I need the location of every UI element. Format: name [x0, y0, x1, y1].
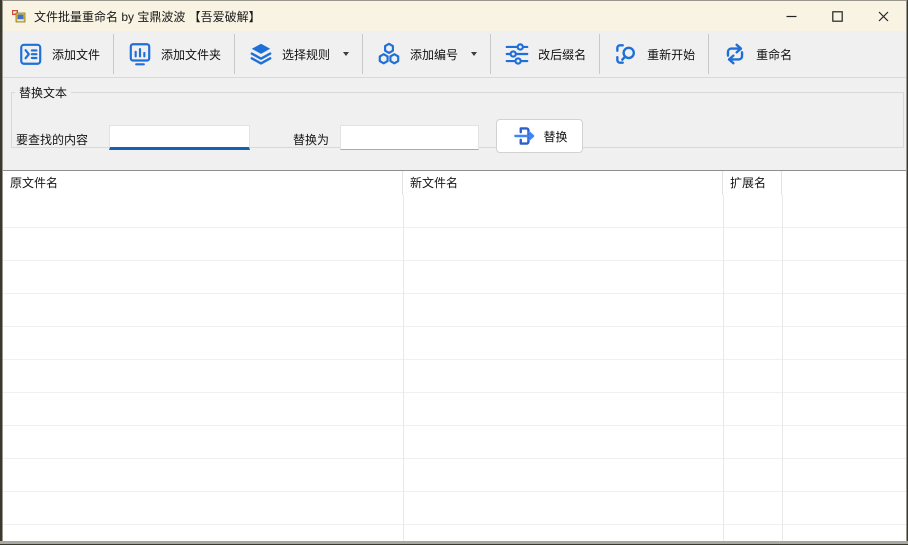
app-icon [11, 8, 27, 24]
table-row [3, 294, 906, 327]
restart-icon [613, 41, 639, 67]
table-row [3, 228, 906, 261]
column-header-3[interactable]: 扩展名 [723, 171, 782, 195]
table-row [3, 426, 906, 459]
toolbar-button-add-folder[interactable]: 添加文件夹 [116, 34, 232, 74]
window-bottom-edge [0, 541, 908, 544]
column-header-1[interactable]: 原文件名 [3, 171, 403, 195]
replace-arrow-icon [511, 123, 537, 149]
table-row [3, 327, 906, 360]
column-gridline [782, 195, 783, 541]
column-header-2[interactable]: 新文件名 [403, 171, 723, 195]
select-rules-icon [248, 41, 274, 67]
toolbar-button-label: 添加文件夹 [161, 46, 221, 63]
toolbar-button-label: 重命名 [756, 46, 792, 63]
find-label: 要查找的内容 [16, 131, 88, 148]
toolbar-separator [708, 34, 709, 74]
table-row [3, 261, 906, 294]
toolbar-button-add-file[interactable]: 添加文件 [7, 34, 111, 74]
toolbar-button-label: 改后缀名 [538, 46, 586, 63]
replace-with-input[interactable] [340, 125, 479, 150]
maximize-button[interactable] [814, 1, 860, 31]
replace-button-label: 替换 [543, 128, 567, 145]
replace-with-label: 替换为 [293, 131, 329, 148]
toolbar-separator [113, 34, 114, 74]
change-extension-icon [504, 41, 530, 67]
toolbar-separator [234, 34, 235, 74]
toolbar-separator [490, 34, 491, 74]
toolbar-button-label: 重新开始 [647, 46, 695, 63]
column-gridline [403, 195, 404, 541]
titlebar: 文件批量重命名 by 宝鼎波波 【吾爱破解】 [3, 1, 906, 31]
add-folder-icon [127, 41, 153, 67]
toolbar-separator [362, 34, 363, 74]
window-title: 文件批量重命名 by 宝鼎波波 【吾爱破解】 [34, 8, 261, 25]
file-list-header: 原文件名新文件名扩展名 [3, 171, 906, 195]
table-row [3, 459, 906, 492]
table-row [3, 492, 906, 525]
app-window: 文件批量重命名 by 宝鼎波波 【吾爱破解】 添加文件 添加文件 [2, 0, 907, 541]
toolbar-button-change-extension[interactable]: 改后缀名 [493, 34, 597, 74]
window-controls [768, 1, 906, 31]
replace-button[interactable]: 替换 [496, 119, 583, 153]
chevron-down-icon [343, 52, 349, 56]
find-input[interactable] [109, 125, 250, 150]
toolbar-button-label: 添加文件 [52, 46, 100, 63]
toolbar-button-label: 选择规则 [282, 46, 330, 63]
toolbar-button-restart[interactable]: 重新开始 [602, 34, 706, 74]
table-row [3, 195, 906, 228]
groupbox-title: 替换文本 [15, 84, 71, 101]
minimize-button[interactable] [768, 1, 814, 31]
rename-icon [722, 41, 748, 67]
toolbar-button-add-number[interactable]: 添加编号 [365, 34, 488, 74]
toolbar-button-label: 添加编号 [410, 46, 458, 63]
replace-text-groupbox: 替换文本 要查找的内容 替换为 替换 [11, 84, 904, 148]
file-list: 原文件名新文件名扩展名 [3, 170, 906, 541]
toolbar-button-select-rules[interactable]: 选择规则 [237, 34, 360, 74]
add-number-icon [376, 41, 402, 67]
toolbar-separator [599, 34, 600, 74]
add-file-icon [18, 41, 44, 67]
close-button[interactable] [860, 1, 906, 31]
file-list-body [3, 195, 906, 541]
column-gridline [723, 195, 724, 541]
table-row [3, 393, 906, 426]
toolbar-button-rename[interactable]: 重命名 [711, 34, 803, 74]
table-row [3, 360, 906, 393]
chevron-down-icon [471, 52, 477, 56]
toolbar: 添加文件 添加文件夹 选择规则 添加编号 改后缀名 [3, 31, 906, 78]
